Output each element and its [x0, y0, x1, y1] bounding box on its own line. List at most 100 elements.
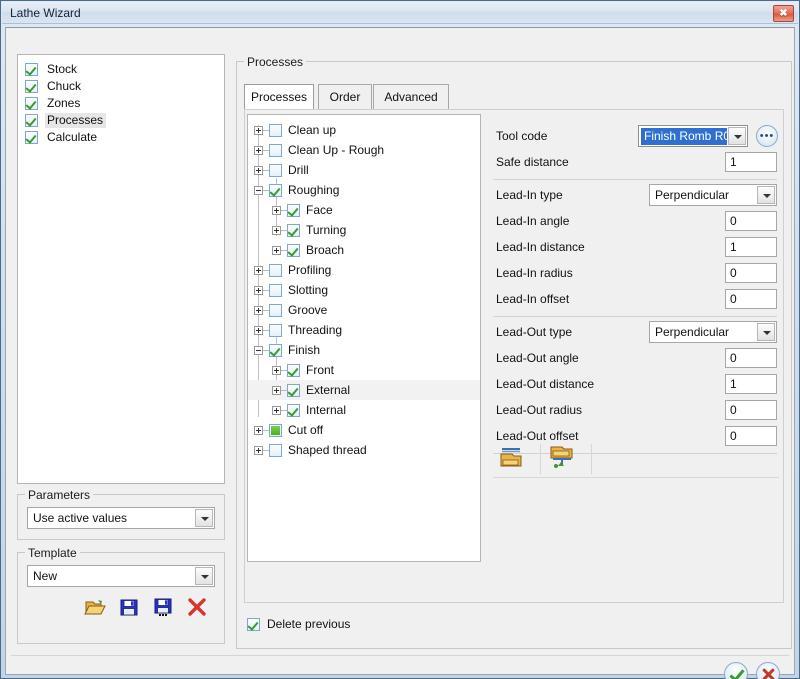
checkbox-icon[interactable]	[269, 323, 282, 337]
lead-out-angle-input[interactable]: 0	[725, 348, 777, 368]
checkbox-icon[interactable]	[269, 183, 282, 197]
wizard-step-chuck[interactable]: Chuck	[18, 78, 224, 95]
tree-item-finish[interactable]: Finish	[248, 340, 480, 360]
lead-in-type-combo[interactable]: Perpendicular	[649, 184, 777, 206]
check-circle-icon	[729, 666, 745, 679]
property-row-lead-out-radius: Lead-Out radius 0	[491, 398, 781, 424]
tree-item-turning[interactable]: Turning	[248, 220, 480, 240]
checkbox-icon[interactable]	[25, 131, 38, 144]
tree-item-threading[interactable]: Threading	[248, 320, 480, 340]
checkbox-icon[interactable]	[269, 423, 282, 437]
tree-item-roughing[interactable]: Roughing	[248, 180, 480, 200]
checkbox-icon[interactable]	[25, 97, 38, 110]
parameters-combo[interactable]: Use active values	[27, 507, 215, 529]
safe-distance-input[interactable]: 1	[725, 152, 777, 172]
expand-icon[interactable]	[254, 265, 263, 275]
tree-item-profiling[interactable]: Profiling	[248, 260, 480, 280]
tab-advanced[interactable]: Advanced	[373, 84, 449, 110]
checkbox-icon[interactable]	[287, 383, 300, 397]
delete-previous-checkbox[interactable]: Delete previous	[247, 618, 350, 631]
checkbox-icon[interactable]	[269, 123, 282, 137]
expand-icon[interactable]	[272, 225, 281, 235]
tree-item-groove[interactable]: Groove	[248, 300, 480, 320]
chevron-down-icon[interactable]	[757, 186, 775, 204]
lead-out-radius-input[interactable]: 0	[725, 400, 777, 420]
wizard-step-zones[interactable]: Zones	[18, 95, 224, 112]
tree-item-internal[interactable]: Internal	[248, 400, 480, 420]
expand-icon[interactable]	[254, 425, 263, 435]
checkbox-icon[interactable]	[269, 443, 282, 457]
tree-item-front[interactable]: Front	[248, 360, 480, 380]
lead-out-type-combo[interactable]: Perpendicular	[649, 321, 777, 343]
checkbox-icon[interactable]	[269, 303, 282, 317]
expand-icon[interactable]	[272, 385, 281, 395]
close-window-button[interactable]: ✖	[773, 5, 794, 22]
collapse-icon[interactable]	[254, 185, 263, 195]
chevron-down-icon[interactable]	[728, 127, 746, 145]
tab-order[interactable]: Order	[318, 84, 372, 110]
wizard-step-stock[interactable]: Stock	[18, 61, 224, 78]
tree-item-drill[interactable]: Drill	[248, 160, 480, 180]
checkbox-icon[interactable]	[269, 163, 282, 177]
expand-icon[interactable]	[272, 205, 281, 215]
processes-tree[interactable]: Clean up Clean Up - Rough Drill Roughing…	[247, 114, 481, 562]
lead-out-distance-input[interactable]: 1	[725, 374, 777, 394]
expand-icon[interactable]	[254, 325, 263, 335]
expand-icon[interactable]	[254, 305, 263, 315]
lead-in-radius-input[interactable]: 0	[725, 263, 777, 283]
checkbox-icon[interactable]	[25, 63, 38, 76]
tool-code-combo[interactable]: Finish Romb R04	[638, 125, 748, 147]
save-as-template-icon[interactable]	[152, 597, 174, 617]
expand-icon[interactable]	[254, 145, 263, 155]
checkbox-icon[interactable]	[25, 80, 38, 93]
checkbox-icon[interactable]	[269, 343, 282, 357]
checkbox-icon[interactable]	[269, 263, 282, 277]
tree-item-clean-up-rough[interactable]: Clean Up - Rough	[248, 140, 480, 160]
delete-template-icon[interactable]	[186, 597, 208, 617]
lead-in-offset-input[interactable]: 0	[725, 289, 777, 309]
lead-in-distance-input[interactable]: 1	[725, 237, 777, 257]
tree-item-slotting[interactable]: Slotting	[248, 280, 480, 300]
checkbox-icon[interactable]	[269, 283, 282, 297]
ellipsis-icon: •••	[759, 130, 775, 142]
checkbox-icon[interactable]	[287, 203, 300, 217]
tab-processes[interactable]: Processes	[244, 84, 314, 110]
checkbox-icon[interactable]	[287, 403, 300, 417]
template-combo[interactable]: New	[27, 565, 215, 587]
folder-insert-icon[interactable]	[546, 442, 580, 474]
wizard-step-calculate[interactable]: Calculate	[18, 129, 224, 146]
expand-icon[interactable]	[254, 445, 263, 455]
folder-layers-icon[interactable]	[495, 442, 529, 474]
expand-icon[interactable]	[254, 285, 263, 295]
checkbox-icon[interactable]	[247, 618, 260, 631]
checkbox-icon[interactable]	[287, 223, 300, 237]
chevron-down-icon[interactable]	[757, 323, 775, 341]
tool-code-browse-button[interactable]: •••	[756, 125, 778, 147]
chevron-down-icon[interactable]	[195, 509, 213, 527]
chevron-down-icon[interactable]	[195, 567, 213, 585]
expand-icon[interactable]	[272, 365, 281, 375]
wizard-step-processes[interactable]: Processes	[18, 112, 224, 129]
checkbox-icon[interactable]	[269, 143, 282, 157]
tree-item-external[interactable]: External	[248, 380, 480, 400]
checkbox-icon[interactable]	[287, 243, 300, 257]
tree-item-face[interactable]: Face	[248, 200, 480, 220]
expand-icon[interactable]	[254, 165, 263, 175]
expand-icon[interactable]	[254, 125, 263, 135]
checkbox-icon[interactable]	[25, 114, 38, 127]
tree-item-clean-up[interactable]: Clean up	[248, 120, 480, 140]
tree-item-shaped-thread[interactable]: Shaped thread	[248, 440, 480, 460]
tree-item-label: Slotting	[288, 283, 329, 297]
wizard-steps-list[interactable]: Stock Chuck Zones Processes Calculate	[17, 54, 225, 484]
save-template-icon[interactable]	[118, 597, 140, 617]
expand-icon[interactable]	[272, 405, 281, 415]
open-template-icon[interactable]	[84, 597, 106, 617]
lead-in-angle-input[interactable]: 0	[725, 211, 777, 231]
tree-item-cut-off[interactable]: Cut off	[248, 420, 480, 440]
ok-button[interactable]	[724, 662, 748, 679]
expand-icon[interactable]	[272, 245, 281, 255]
collapse-icon[interactable]	[254, 345, 263, 355]
cancel-button[interactable]	[756, 662, 780, 679]
tree-item-broach[interactable]: Broach	[248, 240, 480, 260]
checkbox-icon[interactable]	[287, 363, 300, 377]
